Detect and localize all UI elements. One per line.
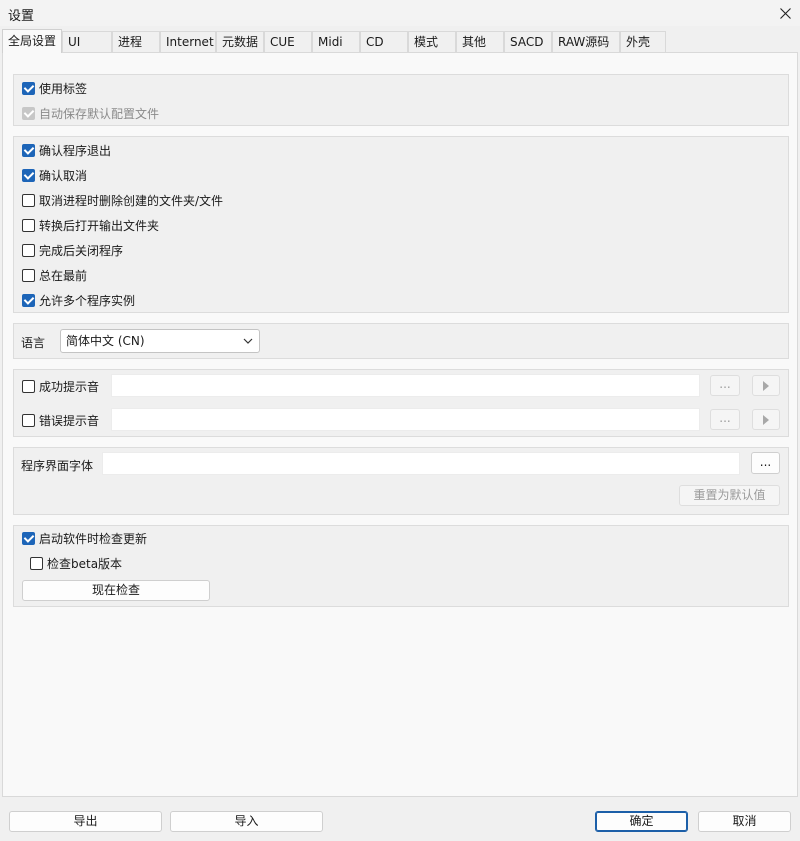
checkbox-box <box>22 293 35 307</box>
tab-ui[interactable]: UI <box>62 31 112 52</box>
checkbox-label: 确认程序退出 <box>39 143 112 158</box>
window-title: 设置 <box>8 9 35 24</box>
error-sound-checkbox[interactable]: 错误提示音 <box>22 411 99 429</box>
checkbox-label: 使用标签 <box>39 81 88 96</box>
group-tags: 使用标签 自动保存默认配置文件 <box>13 74 789 126</box>
delete-on-cancel-checkbox[interactable]: 取消进程时删除创建的文件夹/文件 <box>22 191 223 209</box>
chevron-down-icon <box>243 338 253 344</box>
tab-midi[interactable]: Midi <box>312 31 360 52</box>
error-sound-browse-button[interactable]: ... <box>710 409 740 430</box>
tab-internet[interactable]: Internet <box>160 31 216 52</box>
group-sounds: 成功提示音 ... 错误提示音 ... <box>13 369 789 437</box>
autosave-default-checkbox: 自动保存默认配置文件 <box>22 104 159 122</box>
tab-panel-global-settings: 使用标签 自动保存默认配置文件 确认程序退出 确认取消 取消进程时删除创建的文件… <box>2 52 798 797</box>
language-select[interactable]: 简体中文 (CN) <box>60 329 260 353</box>
success-sound-play-button[interactable] <box>752 375 780 396</box>
checkbox-label: 启动软件时检查更新 <box>39 531 148 546</box>
checkbox-box <box>22 106 35 120</box>
group-language: 语言 简体中文 (CN) <box>13 323 789 359</box>
always-on-top-checkbox[interactable]: 总在最前 <box>22 266 87 284</box>
dialog-footer: 导出 导入 确定 取消 <box>0 797 800 841</box>
confirm-exit-checkbox[interactable]: 确认程序退出 <box>22 141 111 159</box>
tab-cd[interactable]: CD <box>360 31 408 52</box>
error-sound-path-input[interactable] <box>111 408 700 431</box>
check-now-button[interactable]: 现在检查 <box>22 580 210 601</box>
open-output-folder-checkbox[interactable]: 转换后打开输出文件夹 <box>22 216 159 234</box>
checkbox-box <box>22 81 35 95</box>
allow-multiple-instances-checkbox[interactable]: 允许多个程序实例 <box>22 291 135 309</box>
group-font: 程序界面字体 ... 重置为默认值 <box>13 447 789 515</box>
checkbox-label: 取消进程时删除创建的文件夹/文件 <box>39 193 224 208</box>
checkbox-box <box>22 268 35 282</box>
cancel-button[interactable]: 取消 <box>698 811 791 832</box>
checkbox-label: 检查beta版本 <box>47 556 123 571</box>
checkbox-label: 转换后打开输出文件夹 <box>39 218 160 233</box>
font-browse-button[interactable]: ... <box>751 452 780 474</box>
font-label: 程序界面字体 <box>21 459 94 473</box>
language-selected-value: 简体中文 (CN) <box>66 334 145 348</box>
confirm-cancel-checkbox[interactable]: 确认取消 <box>22 166 87 184</box>
checkbox-label: 完成后关闭程序 <box>39 243 124 258</box>
import-button[interactable]: 导入 <box>170 811 323 832</box>
success-sound-browse-button[interactable]: ... <box>710 375 740 396</box>
tab-process[interactable]: 进程 <box>112 31 160 52</box>
language-label: 语言 <box>21 336 46 350</box>
checkbox-box <box>22 379 35 393</box>
checkbox-label: 确认取消 <box>39 168 88 183</box>
ok-button[interactable]: 确定 <box>595 811 688 832</box>
error-sound-play-button[interactable] <box>752 409 780 430</box>
tab-other[interactable]: 其他 <box>456 31 504 52</box>
tab-metadata[interactable]: 元数据 <box>216 31 264 52</box>
checkbox-label: 错误提示音 <box>39 413 100 428</box>
checkbox-box <box>22 531 35 545</box>
group-behavior: 确认程序退出 确认取消 取消进程时删除创建的文件夹/文件 转换后打开输出文件夹 … <box>13 136 789 313</box>
checkbox-label: 自动保存默认配置文件 <box>39 106 160 121</box>
checkbox-label: 成功提示音 <box>39 379 100 394</box>
close-when-done-checkbox[interactable]: 完成后关闭程序 <box>22 241 123 259</box>
close-icon <box>779 7 791 19</box>
tab-sacd[interactable]: SACD <box>504 31 552 52</box>
settings-window: 设置 全局设置 UI 进程 Internet 元数据 CUE Midi CD 模… <box>0 0 800 841</box>
play-icon <box>763 381 769 391</box>
success-sound-path-input[interactable] <box>111 374 700 397</box>
close-button[interactable] <box>770 0 800 26</box>
checkbox-box <box>22 243 35 257</box>
success-sound-checkbox[interactable]: 成功提示音 <box>22 377 99 395</box>
group-updates: 启动软件时检查更新 检查beta版本 现在检查 <box>13 525 789 607</box>
checkbox-box <box>22 168 35 182</box>
tab-strip: 全局设置 UI 进程 Internet 元数据 CUE Midi CD 模式 其… <box>2 29 798 53</box>
tab-cue[interactable]: CUE <box>264 31 312 52</box>
font-input[interactable] <box>102 452 740 475</box>
tab-raw-source[interactable]: RAW源码 <box>552 31 620 52</box>
use-tags-checkbox[interactable]: 使用标签 <box>22 79 87 97</box>
checkbox-box <box>30 556 43 570</box>
check-beta-checkbox[interactable]: 检查beta版本 <box>30 554 122 572</box>
tab-shell[interactable]: 外壳 <box>620 31 666 52</box>
check-updates-on-start-checkbox[interactable]: 启动软件时检查更新 <box>22 529 147 547</box>
checkbox-box <box>22 218 35 232</box>
title-bar: 设置 <box>0 0 800 26</box>
checkbox-box <box>22 143 35 157</box>
play-icon <box>763 415 769 425</box>
checkbox-label: 允许多个程序实例 <box>39 293 136 308</box>
export-button[interactable]: 导出 <box>9 811 162 832</box>
tab-global-settings[interactable]: 全局设置 <box>2 29 62 53</box>
tab-mode[interactable]: 模式 <box>408 31 456 52</box>
checkbox-box <box>22 413 35 427</box>
reset-default-button[interactable]: 重置为默认值 <box>679 485 780 506</box>
checkbox-label: 总在最前 <box>39 268 88 283</box>
checkbox-box <box>22 193 35 207</box>
